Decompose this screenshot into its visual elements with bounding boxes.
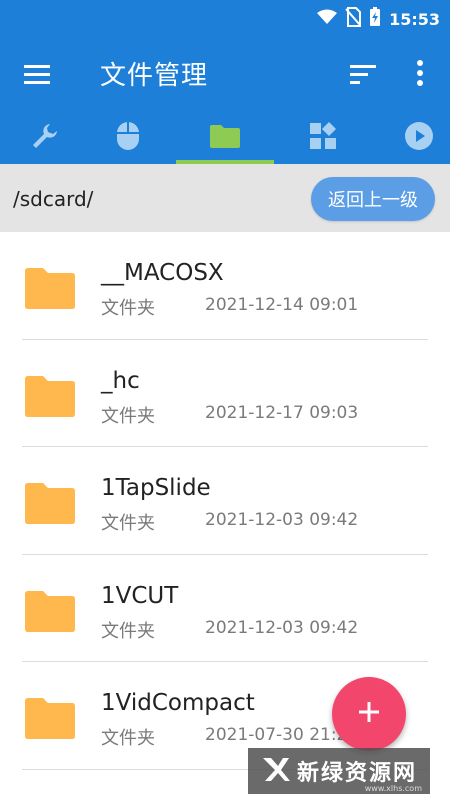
watermark-text: 新绿资源网 (296, 761, 417, 786)
file-type: 文件夹 (101, 728, 155, 749)
file-name: 1VidCompact (101, 690, 255, 716)
file-date: 2021-12-03 09:42 (205, 617, 359, 638)
list-item[interactable]: _hc 文件夹 2021-12-17 09:03 (0, 340, 450, 447)
no-sim-icon (345, 7, 362, 31)
file-type: 文件夹 (101, 298, 155, 319)
folder-icon (25, 375, 75, 417)
watermark: 新绿资源网 www.xlhs.com (248, 748, 430, 794)
file-date: 2021-12-17 09:03 (205, 402, 359, 423)
file-date: 2021-07-30 21:2 (205, 725, 348, 745)
apps-icon (309, 122, 337, 154)
folder-icon (210, 124, 240, 152)
mouse-icon (115, 120, 141, 156)
file-date: 2021-12-14 09:01 (205, 295, 359, 315)
status-time: 15:53 (389, 9, 440, 29)
menu-icon[interactable] (24, 63, 52, 85)
file-type: 文件夹 (101, 620, 155, 642)
file-date: 2021-12-03 09:42 (205, 510, 359, 530)
plus-icon (357, 700, 381, 728)
tab-mouse[interactable] (83, 112, 173, 164)
back-up-button[interactable]: 返回上一级 (311, 177, 435, 221)
file-name: _hc (101, 367, 140, 394)
folder-icon (25, 482, 75, 524)
app-bar: 文件管理 (0, 36, 450, 112)
status-bar: 15:53 (0, 0, 450, 36)
watermark-url: www.xlhs.com (364, 784, 422, 793)
file-type: 文件夹 (101, 513, 155, 534)
watermark-logo-icon (261, 754, 291, 788)
folder-icon (25, 697, 75, 739)
battery-charging-icon (369, 7, 381, 31)
tab-media[interactable] (374, 112, 450, 164)
list-item[interactable]: 1VCUT 文件夹 2021-12-03 09:42 (0, 555, 450, 662)
status-icons: 15:53 (317, 7, 440, 31)
tab-bar (0, 112, 450, 164)
tab-tools[interactable] (0, 112, 90, 164)
file-name: __MACOSX (101, 260, 224, 286)
more-options-icon[interactable] (413, 58, 427, 88)
wrench-icon (30, 121, 60, 155)
file-name: 1TapSlide (101, 475, 211, 501)
add-fab-button[interactable] (332, 677, 406, 751)
folder-icon (25, 267, 75, 309)
sort-icon[interactable] (350, 64, 376, 84)
play-icon (404, 121, 434, 155)
folder-icon (25, 590, 75, 632)
tab-files[interactable] (180, 112, 270, 164)
file-type: 文件夹 (101, 405, 155, 427)
list-item[interactable]: __MACOSX 文件夹 2021-12-14 09:01 (0, 232, 450, 340)
list-item[interactable]: 1TapSlide 文件夹 2021-12-03 09:42 (0, 447, 450, 555)
file-name: 1VCUT (101, 582, 179, 609)
current-path: /sdcard/ (13, 187, 94, 211)
tab-apps[interactable] (278, 112, 368, 164)
app-title: 文件管理 (100, 61, 209, 91)
wifi-icon (317, 9, 338, 29)
